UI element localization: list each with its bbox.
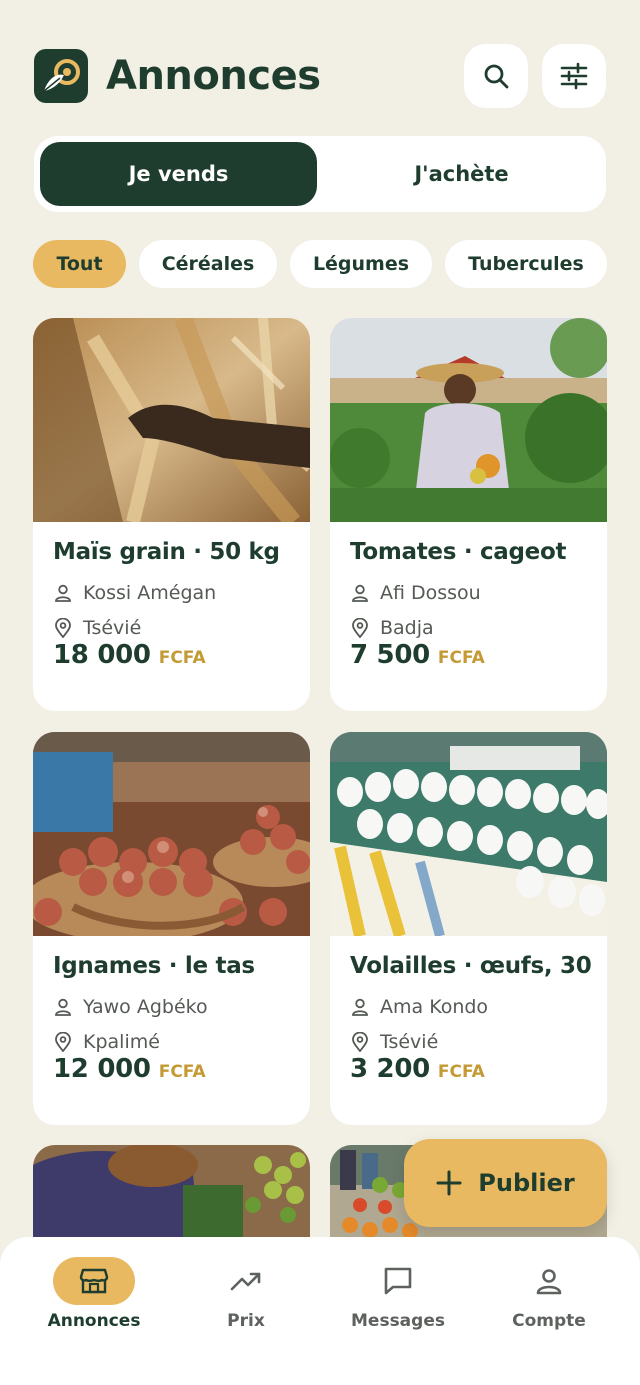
seller-row: Kossi Amégan	[53, 580, 216, 606]
listing-card[interactable]: Tomates · cageot Afi Dossou Badja 7 500 …	[330, 318, 607, 711]
nav-label: Messages	[351, 1311, 445, 1331]
location-pin-icon	[352, 618, 368, 638]
location-pin-icon	[352, 1032, 368, 1052]
sliders-icon	[560, 62, 588, 90]
storefront-icon	[79, 1268, 109, 1294]
tab-je-vends[interactable]: Je vends	[40, 142, 317, 206]
price: 3 200 FCFA	[350, 1054, 485, 1084]
seller-row: Afi Dossou	[350, 580, 481, 606]
listing-title: Maïs grain · 50 kg	[53, 539, 280, 565]
location-name: Badja	[380, 617, 434, 639]
filter-button[interactable]	[542, 44, 606, 108]
price-currency: FCFA	[158, 648, 206, 668]
nav-icon-holder	[357, 1257, 439, 1305]
corn-harvest-photo	[33, 318, 310, 522]
yam-baskets-photo	[33, 732, 310, 936]
app-screen: Annonces Je vends J'achète Tout Céréales…	[0, 0, 640, 1385]
nav-item-annonces[interactable]: Annonces	[19, 1237, 169, 1347]
nav-icon-holder	[205, 1257, 287, 1305]
listing-card[interactable]: Maïs grain · 50 kg Kossi Amégan Tsévié 1…	[33, 318, 310, 711]
message-icon	[384, 1267, 412, 1295]
plus-icon	[436, 1170, 462, 1196]
search-button[interactable]	[464, 44, 528, 108]
trend-up-icon	[230, 1272, 261, 1291]
user-icon	[352, 584, 368, 602]
location-row: Tsévié	[53, 615, 141, 641]
price-value: 18 000	[53, 640, 151, 670]
page-title: Annonces	[106, 53, 321, 99]
chip-tout[interactable]: Tout	[33, 240, 126, 288]
seller-row: Ama Kondo	[350, 994, 488, 1020]
egg-trays-photo	[330, 732, 607, 936]
user-icon	[536, 1269, 562, 1295]
nav-icon-holder	[508, 1257, 590, 1305]
user-icon	[352, 998, 368, 1016]
location-pin-icon	[55, 1032, 71, 1052]
location-row: Kpalimé	[53, 1029, 160, 1055]
nav-item-compte[interactable]: Compte	[474, 1237, 624, 1347]
chip-legumes[interactable]: Légumes	[290, 240, 432, 288]
price: 12 000 FCFA	[53, 1054, 206, 1084]
seller-name: Kossi Amégan	[83, 582, 217, 604]
user-icon	[55, 998, 71, 1016]
listing-title: Ignames · le tas	[53, 953, 255, 979]
bottom-nav: Annonces Prix Messages Compte	[0, 1237, 640, 1385]
seller-row: Yawo Agbéko	[53, 994, 208, 1020]
price-currency: FCFA	[437, 1062, 485, 1082]
publish-button[interactable]: Publier	[404, 1139, 607, 1227]
location-row: Badja	[350, 615, 434, 641]
header: Annonces	[34, 44, 606, 110]
tab-j-achete[interactable]: J'achète	[323, 142, 600, 206]
nav-label: Prix	[227, 1311, 265, 1331]
nav-label: Compte	[512, 1311, 586, 1331]
user-icon	[55, 584, 71, 602]
nav-active-indicator	[53, 1257, 135, 1305]
location-name: Kpalimé	[83, 1031, 160, 1053]
location-name: Tsévié	[83, 617, 142, 639]
chip-tubercules[interactable]: Tubercules	[445, 240, 607, 288]
seller-name: Ama Kondo	[380, 996, 489, 1018]
price-value: 3 200	[350, 1054, 430, 1084]
seller-name: Yawo Agbéko	[83, 996, 208, 1018]
farmer-field-photo	[330, 318, 607, 522]
price-value: 7 500	[350, 640, 430, 670]
listing-title: Volailles · œufs, 30	[350, 953, 592, 979]
nav-label: Annonces	[47, 1311, 141, 1331]
price-value: 12 000	[53, 1054, 151, 1084]
price: 18 000 FCFA	[53, 640, 206, 670]
price: 7 500 FCFA	[350, 640, 485, 670]
listing-title: Tomates · cageot	[350, 539, 567, 565]
chip-cereales[interactable]: Céréales	[139, 240, 277, 288]
listing-card[interactable]: Ignames · le tas Yawo Agbéko Kpalimé 12 …	[33, 732, 310, 1125]
price-currency: FCFA	[437, 648, 485, 668]
nav-item-prix[interactable]: Prix	[171, 1237, 321, 1347]
location-pin-icon	[55, 618, 71, 638]
location-row: Tsévié	[350, 1029, 438, 1055]
search-icon	[484, 64, 509, 89]
nav-item-messages[interactable]: Messages	[323, 1237, 473, 1347]
publish-button-label: Publier	[478, 1169, 575, 1197]
leaf-coin-logo	[34, 49, 88, 103]
sell-buy-toggle: Je vends J'achète	[34, 136, 606, 212]
price-currency: FCFA	[158, 1062, 206, 1082]
location-name: Tsévié	[380, 1031, 439, 1053]
seller-name: Afi Dossou	[380, 582, 481, 604]
listing-card[interactable]: Volailles · œufs, 30 Ama Kondo Tsévié 3 …	[330, 732, 607, 1125]
